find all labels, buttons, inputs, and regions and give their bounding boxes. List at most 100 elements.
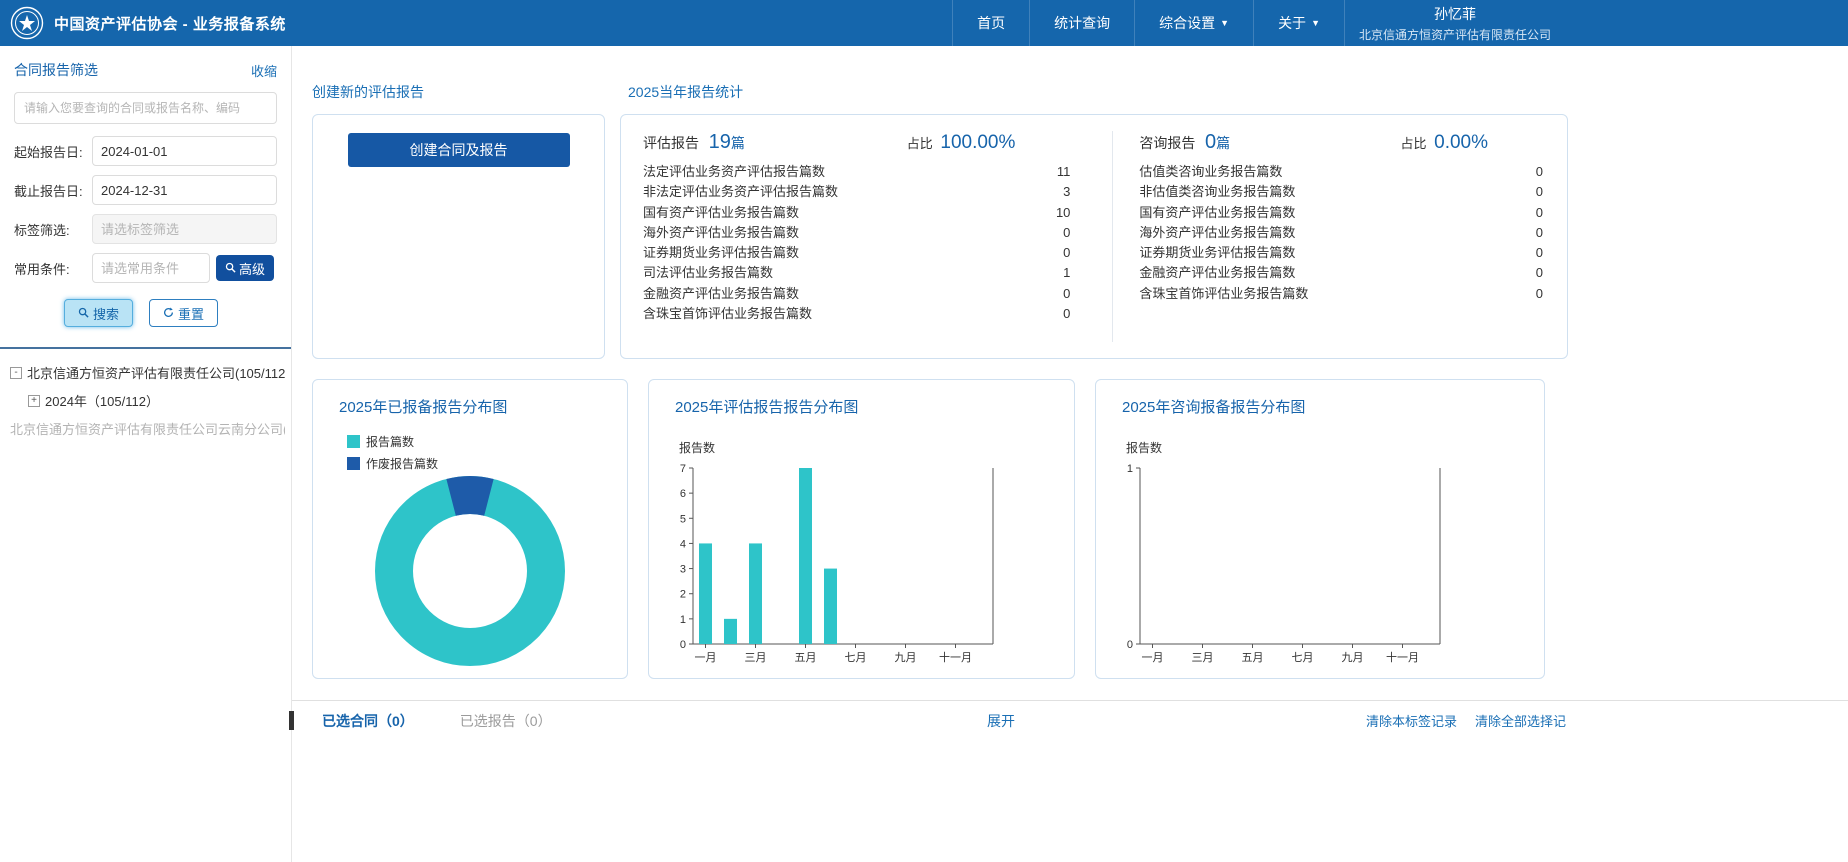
nav-item-3[interactable]: 综合设置▼ [1134, 0, 1253, 46]
svg-text:五月: 五月 [795, 652, 817, 664]
expand-node-icon[interactable]: + [28, 395, 40, 407]
eval-bar-chart-title: 2025年评估报告报告分布图 [675, 396, 1074, 417]
eval-ratio-value: 100.00% [940, 132, 1015, 153]
reset-button[interactable]: 重置 [149, 299, 218, 327]
navbar: 中国资产评估协会 - 业务报备系统 首页统计查询综合设置▼关于▼ 孙忆菲 北京信… [0, 0, 1848, 46]
expand-link[interactable]: 展开 [987, 711, 1015, 731]
end-date-label: 截止报告日: [14, 181, 92, 200]
consult-ratio-label: 占比 [1400, 136, 1426, 151]
stat-row: 司法评估业务报告篇数 1 [643, 263, 1070, 283]
stat-row: 证券期货业务评估报告篇数 0 [1139, 243, 1543, 263]
stat-label: 非法定评估业务资产评估报告篇数 [643, 182, 838, 202]
user-name: 孙忆菲 [1434, 4, 1476, 24]
stat-value: 11 [1057, 162, 1071, 182]
magnifier-icon [78, 306, 89, 321]
consult-ratio-value: 0.00% [1434, 132, 1488, 153]
stat-value: 0 [1536, 182, 1543, 202]
svg-text:2: 2 [680, 589, 686, 601]
navbar-right: 首页统计查询综合设置▼关于▼ 孙忆菲 北京信通方恒资产评估有限责任公司 [952, 0, 1565, 46]
navbar-brand: 中国资产评估协会 - 业务报备系统 [0, 0, 286, 46]
stat-value: 0 [1536, 162, 1543, 182]
tree-label: 2024年（105/112） [45, 391, 159, 410]
create-contract-report-button[interactable]: 创建合同及报告 [348, 133, 570, 167]
clear-tag-link[interactable]: 清除本标签记录 [1366, 711, 1457, 730]
legend-label: 报告篇数 [366, 433, 414, 450]
stat-row: 金融资产评估业务报告篇数0 [643, 284, 1070, 304]
svg-text:五月: 五月 [1242, 652, 1264, 664]
search-button-label: 搜索 [93, 304, 119, 323]
stat-label: 司法评估业务报告篇数 [643, 263, 773, 283]
stat-value: 0 [1063, 223, 1070, 243]
stat-label: 金融资产评估业务报告篇数 [1139, 263, 1295, 283]
user-info[interactable]: 孙忆菲 北京信通方恒资产评估有限责任公司 [1344, 0, 1565, 46]
eval-bar-chart: 01234567一月三月五月七月九月十一月 [663, 458, 1003, 670]
org-tree: -北京信通方恒资产评估有限责任公司(105/112) +2024年（105/112… [0, 349, 291, 461]
stat-label: 证券期货业务评估报告篇数 [1139, 243, 1295, 263]
sidebar-title: 合同报告筛选 [14, 60, 98, 80]
nav-item-1[interactable]: 首页 [952, 0, 1029, 46]
svg-text:十一月: 十一月 [1386, 650, 1419, 664]
sidebar-resize-handle[interactable] [289, 711, 294, 730]
selected-reports[interactable]: 已选报告（0） [460, 711, 552, 731]
tree-item-1[interactable]: -北京信通方恒资产评估有限责任公司(105/112) [6, 363, 285, 382]
svg-text:九月: 九月 [1342, 651, 1364, 664]
tag-filter-input[interactable] [92, 214, 277, 244]
tree-item-2[interactable]: +2024年（105/112） [6, 391, 285, 410]
app-title: 中国资产评估协会 - 业务报备系统 [54, 13, 286, 34]
svg-text:1: 1 [680, 614, 686, 626]
stat-row: 金融资产评估业务报告篇数0 [1139, 263, 1543, 283]
svg-text:九月: 九月 [895, 651, 917, 664]
stat-value: 0 [1536, 203, 1543, 223]
consult-stats-column: 咨询报告 0篇 占比 0.00% 估值类咨询业务报告篇数0非估值类咨询业务报告篇… [1113, 115, 1567, 358]
tree-item-3[interactable]: 北京信通方恒资产评估有限责任公司云南分公司(0/( [6, 419, 285, 438]
advanced-button-label: 高级 [239, 259, 265, 278]
main-column: 创建新的评估报告 2025当年报告统计 创建合同及报告 评估报告 19篇 [292, 46, 1848, 862]
eval-stats-column: 评估报告 19篇 占比 100.00% 法定评估业务资产评估报告篇数11非法定评… [621, 115, 1112, 358]
clear-all-link[interactable]: 清除全部选择记 [1475, 711, 1566, 730]
stat-label: 非估值类咨询业务报告篇数 [1139, 182, 1295, 202]
eval-stats-rows: 法定评估业务资产评估报告篇数11非法定评估业务资产评估报告篇数3国有资产评估业务… [643, 162, 1070, 324]
advanced-button[interactable]: 高级 [216, 255, 274, 281]
common-condition-label: 常用条件: [14, 259, 92, 278]
donut-chart [370, 471, 570, 671]
common-condition-input[interactable] [92, 253, 210, 283]
start-date-input[interactable] [92, 136, 277, 166]
reset-button-label: 重置 [178, 304, 204, 323]
svg-text:一月: 一月 [695, 652, 717, 664]
y-axis-label: 报告数 [1126, 439, 1544, 456]
stat-value: 0 [1536, 243, 1543, 263]
stat-label: 含珠宝首饰评估业务报告篇数 [1139, 284, 1308, 304]
legend-label: 作废报告篇数 [366, 455, 438, 472]
consult-bar-chart: 01一月三月五月七月九月十一月 [1110, 458, 1450, 670]
svg-text:0: 0 [680, 639, 686, 651]
svg-text:0: 0 [1127, 639, 1133, 651]
end-date-input[interactable] [92, 175, 277, 205]
eval-ratio-label: 占比 [907, 136, 933, 151]
stat-label: 海外资产评估业务报告篇数 [643, 223, 799, 243]
stats-card: 评估报告 19篇 占比 100.00% 法定评估业务资产评估报告篇数11非法定评… [620, 114, 1568, 359]
collapse-sidebar-link[interactable]: 收缩 [251, 61, 277, 80]
stat-value: 10 [1056, 203, 1070, 223]
search-input[interactable] [14, 92, 277, 124]
legend-swatch [347, 435, 360, 448]
stat-row: 国有资产评估业务报告篇数 10 [643, 203, 1070, 223]
legend-item: 报告篇数 [347, 433, 627, 450]
legend-swatch [347, 457, 360, 470]
svg-text:十一月: 十一月 [939, 650, 972, 664]
stat-label: 国有资产评估业务报告篇数 [643, 203, 799, 223]
reported-distribution-card: 2025年已报备报告分布图 报告篇数作废报告篇数 [312, 379, 628, 679]
stat-row: 证券期货业务评估报告篇数0 [643, 243, 1070, 263]
tree-label: 北京信通方恒资产评估有限责任公司(105/112) [27, 363, 285, 382]
start-date-label: 起始报告日: [14, 142, 92, 161]
tree-label: 北京信通方恒资产评估有限责任公司云南分公司(0/( [10, 419, 285, 438]
nav-item-4[interactable]: 关于▼ [1253, 0, 1344, 46]
nav-item-2[interactable]: 统计查询 [1029, 0, 1134, 46]
collapse-node-icon[interactable]: - [10, 367, 22, 379]
sidebar: 合同报告筛选 收缩 起始报告日: 截止报告日: 标签筛选: 常用条件: [0, 46, 292, 862]
stat-value: 1 [1063, 263, 1070, 283]
stat-label: 国有资产评估业务报告篇数 [1139, 203, 1295, 223]
stat-value: 0 [1536, 223, 1543, 243]
create-report-heading: 创建新的评估报告 [312, 82, 628, 102]
search-button[interactable]: 搜索 [64, 299, 133, 327]
selected-contracts[interactable]: 已选合同（0） [322, 711, 414, 731]
